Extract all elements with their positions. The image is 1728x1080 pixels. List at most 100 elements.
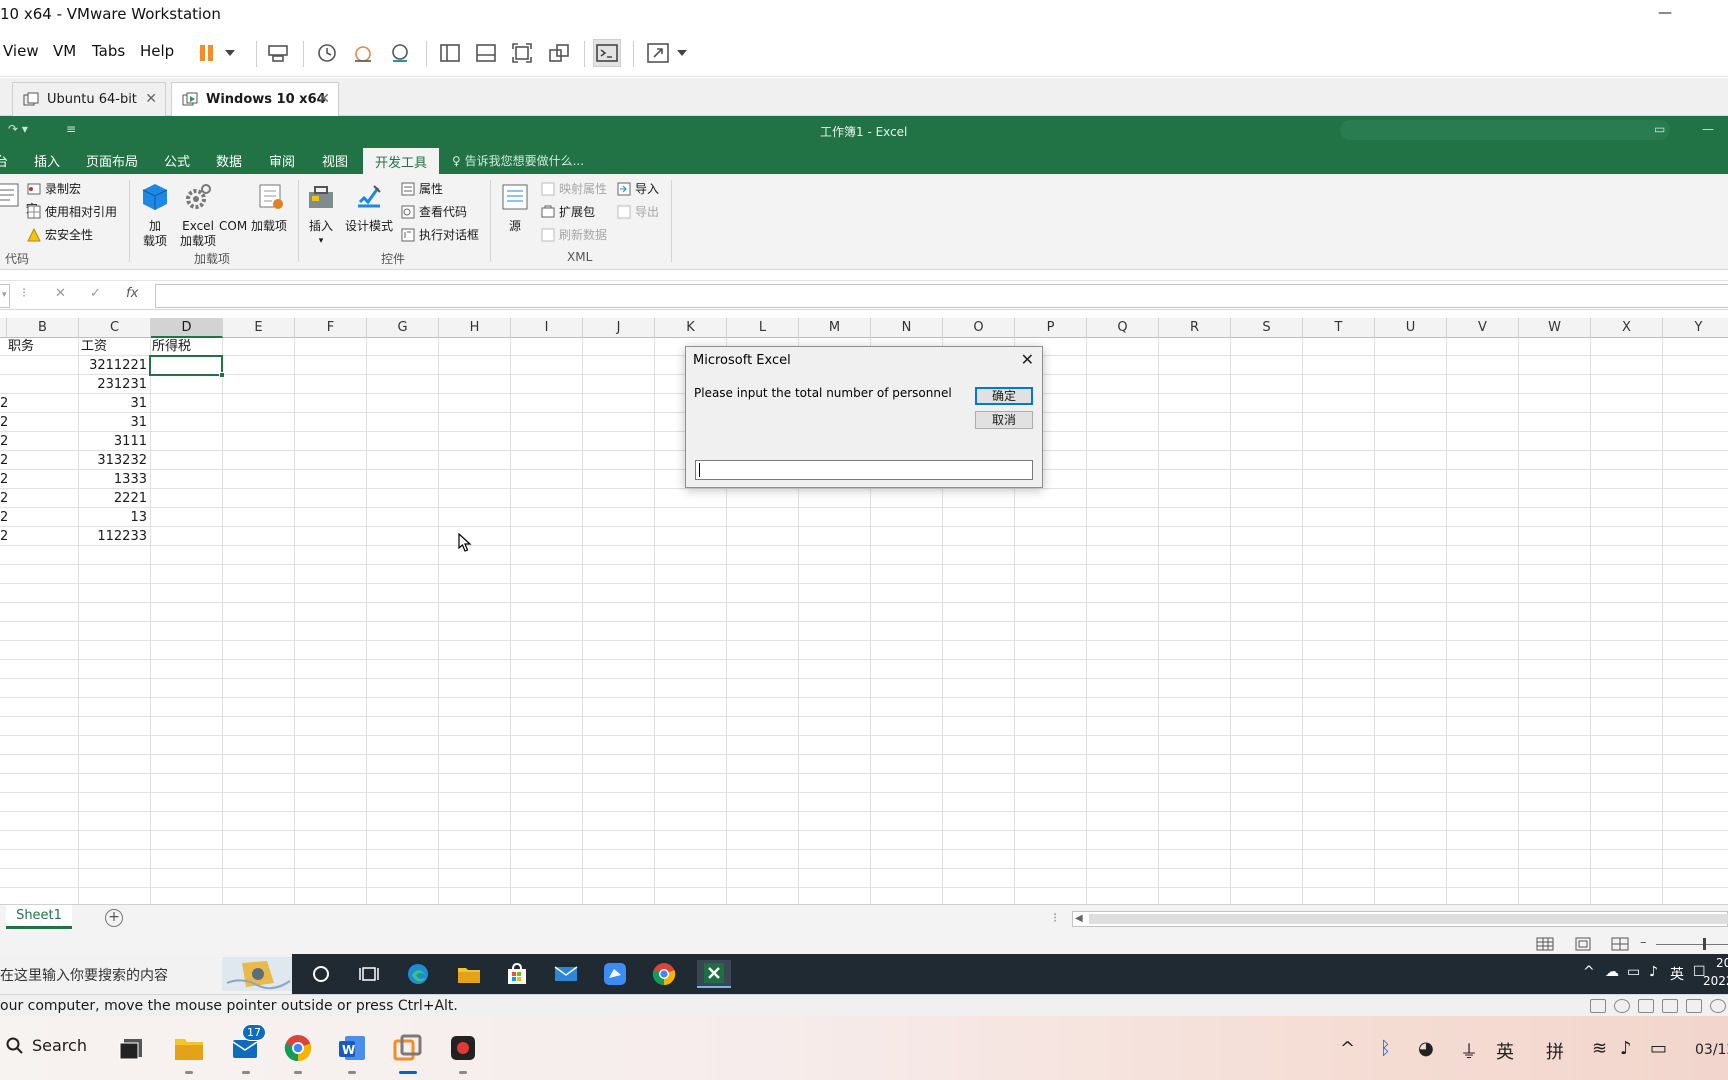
cancel-icon[interactable]: ✕ xyxy=(55,286,66,301)
export-button[interactable]: 导出 xyxy=(617,203,659,220)
onedrive-icon[interactable]: ☁ xyxy=(1605,964,1619,980)
cell-a-partial[interactable]: 2 xyxy=(0,471,8,489)
close-icon[interactable]: ✕ xyxy=(1021,350,1034,369)
column-header-f[interactable]: F xyxy=(295,318,367,338)
menu-view[interactable]: View xyxy=(3,42,39,60)
network-icon[interactable]: ▭ xyxy=(1627,964,1640,980)
cell-a-partial[interactable]: 2 xyxy=(0,509,8,527)
cd-dvd-icon[interactable] xyxy=(1614,999,1630,1013)
formula-input[interactable] xyxy=(155,284,1728,308)
chevron-down-icon[interactable] xyxy=(222,39,238,67)
run-dialog-button[interactable]: 执行对话框 xyxy=(401,226,479,243)
tab-page-layout[interactable]: 页面布局 xyxy=(86,151,138,170)
unity-icon[interactable] xyxy=(545,39,573,67)
salary-cell[interactable]: 3111 xyxy=(79,433,149,451)
splitter-handle[interactable]: ⁝ xyxy=(1053,911,1057,926)
word-icon[interactable]: W xyxy=(334,1030,370,1074)
console-view-icon[interactable] xyxy=(593,39,621,67)
salary-cell[interactable]: 231231 xyxy=(79,376,149,394)
mail-icon[interactable]: 17 xyxy=(228,1024,266,1074)
host-search[interactable]: Search xyxy=(6,1036,87,1055)
network-adapter-icon[interactable] xyxy=(1638,999,1654,1013)
salary-cell[interactable]: 313232 xyxy=(79,452,149,470)
tab-formulas[interactable]: 公式 xyxy=(164,151,190,170)
expansion-packs-button[interactable]: 扩展包 xyxy=(541,203,595,220)
ime-english-label[interactable]: 英 xyxy=(1496,1038,1514,1064)
cell-d1[interactable]: 所得税 xyxy=(152,338,191,356)
minimize-button[interactable]: — xyxy=(1642,2,1688,26)
snapshot-manager-icon[interactable] xyxy=(386,39,414,67)
column-header-a-partial[interactable] xyxy=(0,318,7,338)
enter-icon[interactable]: ✓ xyxy=(90,286,101,301)
zoom-out-icon[interactable]: – xyxy=(1640,935,1647,950)
column-header-p[interactable]: P xyxy=(1015,318,1087,338)
cortana-icon[interactable] xyxy=(306,960,336,988)
feishu-icon[interactable] xyxy=(600,960,630,988)
printer-icon[interactable] xyxy=(1662,999,1678,1013)
chevron-down-icon[interactable] xyxy=(674,39,690,67)
fill-handle[interactable] xyxy=(219,372,225,378)
screen-recorder-icon[interactable] xyxy=(445,1030,481,1074)
volume-icon[interactable]: ♪ xyxy=(1620,1038,1632,1059)
task-view-icon[interactable] xyxy=(113,1030,149,1066)
store-icon[interactable] xyxy=(502,960,532,988)
tab-ubuntu[interactable]: Ubuntu 64-bit ✕ xyxy=(12,82,166,116)
pause-icon[interactable] xyxy=(193,39,221,67)
column-header-x[interactable]: X xyxy=(1591,318,1663,338)
sound-card-icon[interactable] xyxy=(1686,999,1702,1013)
salary-cell[interactable]: 1333 xyxy=(79,471,149,489)
column-header-h[interactable]: H xyxy=(439,318,511,338)
vmware-taskbar-icon[interactable] xyxy=(390,1030,426,1074)
column-header-y[interactable]: Y xyxy=(1663,318,1728,338)
ime-label[interactable]: 英 xyxy=(1670,964,1684,984)
menu-vm[interactable]: VM xyxy=(53,42,76,60)
tab-review[interactable]: 审阅 xyxy=(269,151,295,170)
zoom-slider-thumb[interactable] xyxy=(1703,938,1706,950)
column-header-b[interactable]: B xyxy=(7,318,79,338)
column-header-g[interactable]: G xyxy=(367,318,439,338)
active-cell-d2[interactable] xyxy=(149,355,225,378)
salary-cell[interactable]: 112233 xyxy=(79,528,149,546)
properties-button[interactable]: 属性 xyxy=(401,180,443,197)
task-view-icon[interactable] xyxy=(354,960,384,988)
ime-pinyin-label[interactable]: 拼 xyxy=(1546,1038,1564,1064)
menu-help[interactable]: Help xyxy=(140,42,174,60)
cell-a-partial[interactable]: 2 xyxy=(0,433,8,451)
design-mode-button[interactable]: 设计模式 xyxy=(345,182,393,234)
column-header-s[interactable]: S xyxy=(1231,318,1303,338)
column-header-m[interactable]: M xyxy=(799,318,871,338)
cell-a-partial[interactable]: 2 xyxy=(0,452,8,470)
cell-a-partial[interactable]: 2 xyxy=(0,528,8,546)
bluetooth-icon[interactable]: ᛒ xyxy=(1380,1038,1391,1059)
cell-b1[interactable]: 职务 xyxy=(8,338,34,356)
close-icon[interactable]: ✕ xyxy=(145,91,157,107)
relative-reference-button[interactable]: 使用相对引用 xyxy=(27,203,117,220)
salary-cell[interactable]: 3211221 xyxy=(79,357,149,375)
insert-control-button[interactable]: 插入 ▾ xyxy=(306,182,336,249)
excel-addins-button[interactable]: Excel 加载项 xyxy=(180,182,216,249)
tab-home-partial[interactable]: 台 xyxy=(0,151,8,170)
column-header-o[interactable]: O xyxy=(943,318,1015,338)
usb-device-icon[interactable] xyxy=(1710,999,1726,1013)
close-icon[interactable]: ✕ xyxy=(318,91,330,107)
column-header-j[interactable]: J xyxy=(583,318,655,338)
view-code-button[interactable]: 查看代码 xyxy=(401,203,467,220)
add-sheet-button[interactable]: + xyxy=(105,909,123,927)
send-ctrl-alt-del-icon[interactable] xyxy=(264,39,292,67)
tab-insert[interactable]: 插入 xyxy=(34,151,60,170)
macro-security-button[interactable]: 宏安全性 xyxy=(27,226,93,243)
tab-developer[interactable]: 开发工具 xyxy=(363,148,440,174)
stretch-guest-icon[interactable] xyxy=(644,39,672,67)
edge-icon[interactable] xyxy=(403,960,433,988)
excel-taskbar-icon[interactable] xyxy=(697,960,731,988)
quick-access-redo-icon[interactable]: ↷ ▾ ≡ xyxy=(8,122,76,136)
column-header-i[interactable]: I xyxy=(511,318,583,338)
scroll-left-icon[interactable]: ◀ xyxy=(1075,913,1083,924)
volume-icon[interactable]: ♪ xyxy=(1649,964,1658,980)
record-macro-button[interactable]: 录制宏 xyxy=(27,180,81,197)
wifi-icon[interactable]: ≋ xyxy=(1592,1038,1607,1059)
file-explorer-icon[interactable] xyxy=(454,960,484,988)
xml-source-button[interactable]: 源 xyxy=(500,182,530,234)
column-header-t[interactable]: T xyxy=(1303,318,1375,338)
horizontal-scrollbar[interactable]: ◀ xyxy=(1072,911,1728,927)
